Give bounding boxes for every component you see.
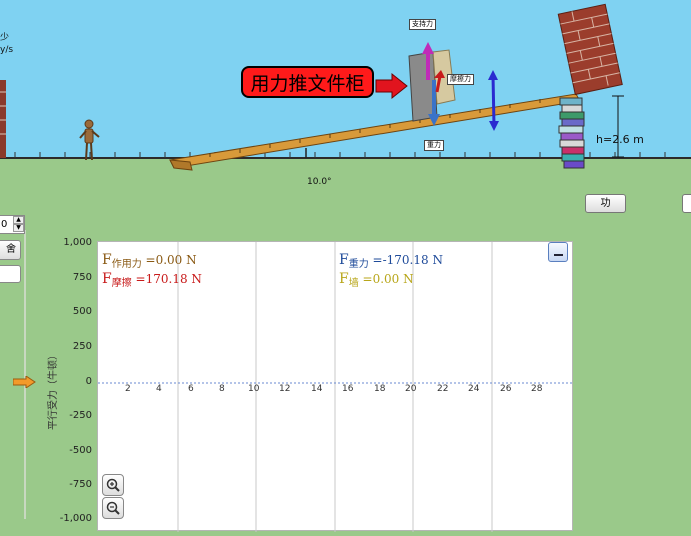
x-tick-label: 12 [279, 384, 291, 394]
spinner-down-icon[interactable]: ▼ [13, 224, 24, 232]
zoom-out-icon [106, 501, 120, 515]
legend-wall-symbol: F [339, 271, 349, 287]
x-tick-label: 10 [248, 384, 260, 394]
rotation-handle-icon[interactable] [488, 70, 499, 131]
spinner-up-icon[interactable]: ▲ [13, 216, 24, 224]
x-tick-label: 4 [156, 384, 162, 394]
minimize-graph-button[interactable] [548, 242, 568, 262]
right-edge-button[interactable] [682, 194, 691, 213]
y-tick-label: -750 [69, 479, 92, 490]
x-tick-label: 14 [311, 384, 323, 394]
legend-gravity-value: =-170.18 N [372, 253, 443, 267]
x-tick-label: 20 [405, 384, 417, 394]
legend-gravity-symbol: F [339, 252, 349, 268]
gravity-label: 重力 [424, 140, 444, 151]
x-tick-label: 2 [125, 384, 131, 394]
legend-wall-force[interactable]: F墙 =0.00 N [339, 271, 414, 289]
angle-readout: 10.0° [307, 177, 332, 187]
left-secondary-button[interactable] [0, 265, 21, 283]
height-indicator [612, 95, 624, 158]
zoom-in-button[interactable] [102, 474, 124, 496]
y-axis-title: 平行受力（牛顿） [48, 350, 59, 430]
spinner-arrows[interactable]: ▲ ▼ [13, 216, 24, 233]
minimize-icon [554, 254, 563, 256]
x-tick-label: 22 [437, 384, 449, 394]
x-tick-label: 18 [374, 384, 386, 394]
support-force-label: 支持力 [409, 19, 436, 30]
applied-force-arrow [375, 72, 408, 100]
left-panel-text-cut: 少 [0, 33, 10, 43]
legend-friction-force[interactable]: F摩擦 =170.18 N [102, 271, 202, 289]
left-action-button[interactable]: 舍 [0, 240, 21, 260]
y-tick-label: 1,000 [63, 237, 92, 248]
zoom-in-icon [106, 478, 120, 492]
legend-applied-symbol: F [102, 252, 112, 268]
legend-friction-value: =170.18 N [135, 272, 202, 286]
x-tick-label: 8 [219, 384, 225, 394]
legend-wall-sub: 墙 [348, 278, 359, 289]
legend-friction-sub: 摩擦 [111, 278, 132, 289]
legend-applied-value: =0.00 N [145, 253, 197, 267]
x-tick-label: 6 [188, 384, 194, 394]
legend-applied-force[interactable]: F作用力 =0.00 N [102, 252, 197, 270]
x-tick-label: 16 [342, 384, 354, 394]
scene-drawing [0, 3, 666, 171]
book-stack [558, 97, 585, 169]
legend-gravity-sub: 重力 [348, 259, 369, 270]
zero-marker-arrow-icon[interactable] [13, 376, 37, 388]
left-brick-wall [0, 80, 6, 158]
friction-label: 摩擦力 [447, 74, 474, 85]
work-button[interactable]: 功 [585, 194, 626, 213]
zoom-out-button[interactable] [102, 497, 124, 519]
x-tick-label: 28 [531, 384, 543, 394]
right-brick-wall [557, 3, 623, 96]
y-tick-label: -500 [69, 445, 92, 456]
graph-left-divider [24, 230, 26, 519]
legend-applied-sub: 作用力 [111, 259, 142, 270]
legend-gravity-force[interactable]: F重力 =-170.18 N [339, 252, 443, 270]
x-tick-label: 26 [500, 384, 512, 394]
x-tick-label: 24 [468, 384, 480, 394]
legend-wall-value: =0.00 N [362, 272, 414, 286]
y-tick-label: 750 [72, 272, 92, 283]
legend-friction-symbol: F [102, 271, 112, 287]
height-readout: h=2.6 m [596, 133, 644, 146]
ramp[interactable] [169, 93, 581, 171]
push-cabinet-callout: 用力推文件柜 [241, 66, 374, 98]
left-panel-unit-cut: y/s [0, 45, 14, 55]
